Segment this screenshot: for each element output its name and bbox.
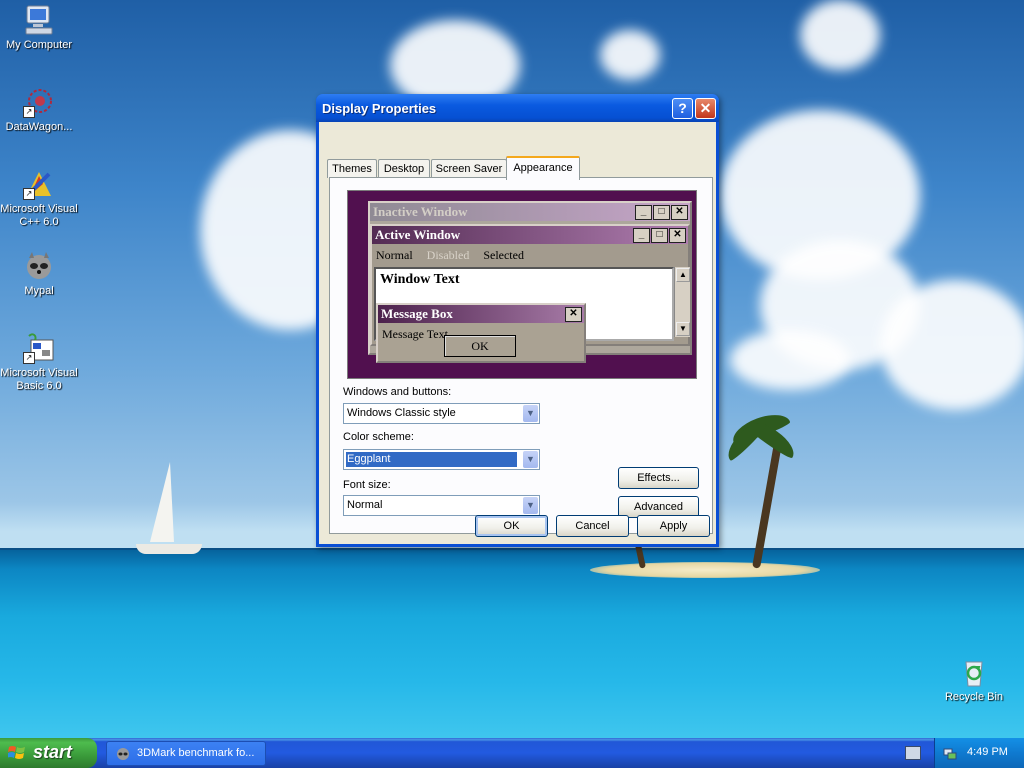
dialog-body: Themes Desktop Screen Saver Appearance I…: [319, 122, 716, 544]
sea: [0, 550, 1024, 738]
desktop-icon-recycle-bin[interactable]: Recycle Bin: [934, 656, 1014, 704]
maximize-icon: □: [653, 205, 670, 220]
preview-menu-normal: Normal: [376, 248, 413, 262]
tab-screen-saver[interactable]: Screen Saver: [431, 159, 507, 178]
clock[interactable]: 4:49 PM: [967, 746, 1008, 758]
sailboat: [150, 462, 174, 542]
tab-themes[interactable]: Themes: [327, 159, 377, 178]
chevron-down-icon[interactable]: ▼: [523, 497, 538, 514]
cancel-button[interactable]: Cancel: [556, 515, 629, 537]
close-icon: ✕: [699, 100, 712, 116]
effects-button[interactable]: Effects...: [618, 467, 699, 489]
preview-message-box: Message Box ✕ Message Text OK: [376, 303, 586, 363]
windows-buttons-select[interactable]: Windows Classic style ▼: [343, 403, 540, 424]
start-label: start: [33, 742, 73, 762]
preview-active-title: Active Window: [375, 227, 461, 242]
keyboard-icon[interactable]: [905, 746, 921, 760]
raccoon-icon: [23, 250, 55, 282]
minimize-icon: _: [633, 228, 650, 243]
visual-basic-icon: ↗: [23, 332, 55, 364]
raccoon-icon: [117, 748, 129, 760]
island: [590, 562, 820, 578]
scroll-up-icon: ▲: [676, 268, 690, 282]
help-icon: ?: [678, 100, 687, 116]
font-size-label: Font size:: [343, 479, 391, 491]
preview-inactive-title: Inactive Window: [373, 204, 468, 219]
scroll-down-icon: ▼: [676, 322, 690, 336]
network-icon[interactable]: [943, 746, 957, 760]
taskbar-item-label: 3DMark benchmark fo...: [137, 747, 255, 759]
display-properties-dialog: Display Properties ? ✕ Themes Desktop Sc…: [316, 94, 719, 547]
preview-menu-disabled: Disabled: [426, 248, 470, 262]
close-icon: ✕: [669, 228, 686, 243]
chevron-down-icon[interactable]: ▼: [523, 451, 538, 468]
help-button[interactable]: ?: [672, 98, 693, 119]
tab-appearance[interactable]: Appearance: [506, 156, 580, 180]
preview-menu-bar: Normal Disabled Selected: [376, 248, 538, 263]
color-scheme-label: Color scheme:: [343, 431, 414, 443]
desktop-icon-datawagon[interactable]: ↗ DataWagon...: [0, 86, 79, 134]
computer-icon: [23, 4, 55, 36]
color-scheme-value: Eggplant: [346, 452, 517, 467]
ok-button[interactable]: OK: [475, 515, 548, 537]
system-tray: 4:49 PM: [934, 738, 1024, 768]
shortcut-arrow-icon: ↗: [23, 352, 35, 364]
close-icon: ✕: [671, 205, 688, 220]
maximize-icon: □: [651, 228, 668, 243]
taskbar: start 3DMark benchmark fo... 4:49 PM: [0, 738, 1024, 768]
preview-message-title: Message Box: [381, 306, 453, 321]
font-size-value: Normal: [347, 499, 383, 511]
preview-scrollbar: ▲ ▼: [674, 267, 690, 337]
preview-ok-button: OK: [444, 335, 516, 357]
taskbar-item-3dmark[interactable]: 3DMark benchmark fo...: [106, 741, 266, 766]
windows-buttons-label: Windows and buttons:: [343, 386, 452, 398]
start-button[interactable]: start: [0, 738, 97, 768]
appearance-preview: Inactive Window _ □ ✕ Active Window _ □ ✕: [347, 190, 697, 379]
preview-window-text: Window Text: [380, 272, 460, 287]
preview-menu-selected: Selected: [483, 248, 524, 262]
desktop-icon-visual-cpp[interactable]: ↗ Microsoft Visual C++ 6.0: [0, 168, 79, 229]
visual-cpp-icon: ↗: [23, 168, 55, 200]
windows-buttons-value: Windows Classic style: [347, 407, 456, 419]
desktop-icon-visual-basic[interactable]: ↗ Microsoft Visual Basic 6.0: [0, 332, 79, 393]
recycle-bin-icon: [958, 656, 990, 688]
font-size-select[interactable]: Normal ▼: [343, 495, 540, 516]
preview-message-text: Message Text: [382, 327, 448, 341]
chevron-down-icon[interactable]: ▼: [523, 405, 538, 422]
shortcut-arrow-icon: ↗: [23, 106, 35, 118]
windows-logo-icon: [8, 746, 25, 759]
dialog-titlebar[interactable]: Display Properties ? ✕: [316, 94, 719, 122]
desktop-icon-mypal[interactable]: Mypal: [0, 250, 79, 298]
apply-button[interactable]: Apply: [637, 515, 710, 537]
appearance-tab-panel: Inactive Window _ □ ✕ Active Window _ □ ✕: [329, 177, 713, 534]
color-scheme-select[interactable]: Eggplant ▼: [343, 449, 540, 470]
datawagon-icon: ↗: [23, 86, 55, 118]
close-icon: ✕: [565, 307, 582, 322]
desktop-icon-my-computer[interactable]: My Computer: [0, 4, 79, 52]
tab-desktop[interactable]: Desktop: [378, 159, 430, 178]
dialog-title: Display Properties: [322, 101, 437, 116]
minimize-icon: _: [635, 205, 652, 220]
close-button[interactable]: ✕: [695, 98, 716, 119]
shortcut-arrow-icon: ↗: [23, 188, 35, 200]
